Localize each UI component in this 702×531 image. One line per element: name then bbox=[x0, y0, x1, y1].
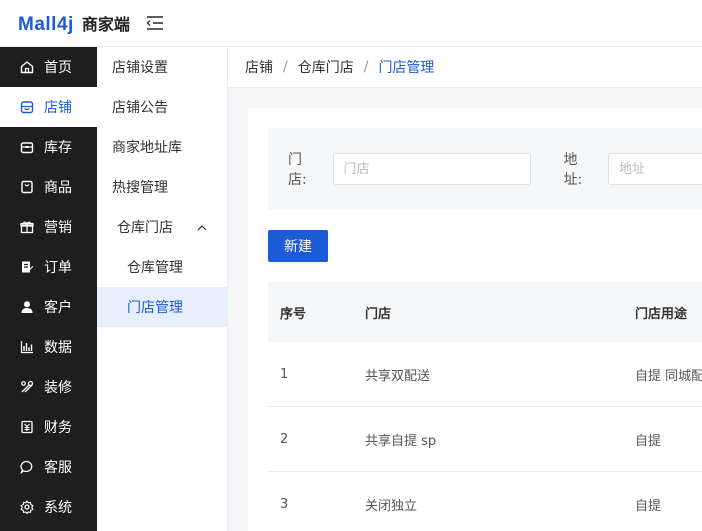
sidebar-item-label: 装修 bbox=[44, 380, 72, 396]
product-icon bbox=[20, 180, 34, 194]
inventory-icon bbox=[20, 140, 34, 154]
sidebar-item-label: 库存 bbox=[44, 140, 72, 156]
sidebar-item-finance[interactable]: 财务 bbox=[0, 407, 97, 447]
cell-index: 2 bbox=[280, 431, 289, 447]
breadcrumb-item-shop[interactable]: 店铺 bbox=[245, 57, 273, 77]
cell-store: 共享双配送 bbox=[365, 368, 431, 384]
app-subtitle: 商家端 bbox=[81, 14, 130, 34]
shop-icon bbox=[20, 100, 34, 114]
sidebar-item-service[interactable]: 客服 bbox=[0, 447, 97, 487]
breadcrumb-separator: / bbox=[363, 59, 369, 75]
address-filter-label: 地址: bbox=[563, 152, 583, 188]
user-icon bbox=[20, 300, 34, 314]
table-row: 1 共享双配送 自提 同城配送 bbox=[268, 342, 702, 407]
store-table: 序号 门店 门店用途 1 共享双配送 自提 同城配送 2 共享自提 sp 自提 … bbox=[268, 282, 702, 531]
breadcrumb-item-warehouse-store[interactable]: 仓库门店 bbox=[298, 57, 354, 77]
address-input[interactable] bbox=[608, 153, 702, 185]
submenu-item-shop-notice[interactable]: 店铺公告 bbox=[97, 87, 227, 127]
sidebar-item-home[interactable]: 首页 bbox=[0, 47, 97, 87]
menu-collapse-icon[interactable] bbox=[146, 15, 164, 31]
submenu-item-address-library[interactable]: 商家地址库 bbox=[97, 127, 227, 167]
sidebar-item-marketing[interactable]: 营销 bbox=[0, 207, 97, 247]
cell-usage: 自提 bbox=[635, 433, 662, 449]
submenu-group-label: 仓库门店 bbox=[117, 220, 173, 236]
chat-icon bbox=[20, 460, 34, 474]
header-store: 门店 bbox=[365, 306, 392, 322]
cell-usage: 自提 同城配送 bbox=[635, 368, 702, 384]
sidebar-item-customer[interactable]: 客户 bbox=[0, 287, 97, 327]
finance-icon bbox=[20, 420, 34, 434]
sidebar-item-system[interactable]: 系统 bbox=[0, 487, 97, 527]
submenu-item-shop-settings[interactable]: 店铺设置 bbox=[97, 47, 227, 87]
submenu-item-warehouse-management[interactable]: 仓库管理 bbox=[97, 247, 227, 287]
logo-text: Mall4j bbox=[18, 13, 74, 35]
sidebar-item-data[interactable]: 数据 bbox=[0, 327, 97, 367]
header-usage: 门店用途 bbox=[635, 306, 688, 322]
home-icon bbox=[20, 60, 34, 74]
sidebar-item-label: 订单 bbox=[44, 260, 72, 276]
cell-usage: 自提 bbox=[635, 498, 662, 514]
sidebar-item-decoration[interactable]: 装修 bbox=[0, 367, 97, 407]
table-header: 序号 门店 门店用途 bbox=[268, 282, 702, 342]
sidebar-item-product[interactable]: 商品 bbox=[0, 167, 97, 207]
top-bar: Mall4j 商家端 bbox=[0, 0, 702, 47]
sidebar-item-label: 系统 bbox=[44, 500, 72, 516]
cell-index: 1 bbox=[280, 366, 289, 382]
sidebar-item-order[interactable]: 订单 bbox=[0, 247, 97, 287]
sidebar-item-label: 财务 bbox=[44, 420, 72, 436]
sidebar-item-label: 营销 bbox=[44, 220, 72, 236]
store-input[interactable] bbox=[332, 153, 532, 185]
new-button[interactable]: 新建 bbox=[268, 230, 328, 262]
store-filter-label: 门店: bbox=[288, 152, 307, 188]
sidebar-item-label: 客户 bbox=[44, 300, 72, 316]
chart-icon bbox=[20, 340, 34, 354]
filter-bar: 门店: 地址: bbox=[268, 128, 702, 210]
sidebar: 首页 店铺 库存 商品 营销 订单 客户 数据 装修 财务 客服 系统 bbox=[0, 47, 97, 531]
submenu-item-store-management[interactable]: 门店管理 bbox=[97, 287, 227, 327]
gift-icon bbox=[20, 220, 34, 234]
table-row: 2 共享自提 sp 自提 bbox=[268, 407, 702, 472]
cell-index: 3 bbox=[280, 496, 289, 512]
breadcrumb-item-current: 门店管理 bbox=[378, 60, 435, 76]
tools-icon bbox=[20, 380, 34, 394]
chevron-up-icon bbox=[197, 219, 207, 235]
cell-store: 关闭独立 bbox=[365, 498, 418, 514]
header-index: 序号 bbox=[280, 306, 307, 322]
sidebar-item-label: 店铺 bbox=[44, 100, 72, 116]
logo: Mall4j 商家端 bbox=[18, 11, 130, 36]
table-row: 3 关闭独立 自提 bbox=[268, 472, 702, 531]
sidebar-item-label: 客服 bbox=[44, 460, 72, 476]
breadcrumb: 店铺 / 仓库门店 / 门店管理 bbox=[228, 47, 702, 88]
breadcrumb-separator: / bbox=[283, 59, 288, 75]
sidebar-item-label: 商品 bbox=[44, 180, 72, 196]
main-content: 门店: 地址: 新建 序号 门店 门店用途 1 共享双配送 自提 同城配送 2 … bbox=[248, 108, 702, 531]
submenu-group-warehouse-store[interactable]: 仓库门店 bbox=[97, 207, 227, 247]
sidebar-item-shop[interactable]: 店铺 bbox=[0, 87, 97, 127]
submenu-item-hot-search[interactable]: 热搜管理 bbox=[97, 167, 227, 207]
gear-icon bbox=[20, 500, 34, 514]
order-icon bbox=[20, 260, 34, 274]
submenu: 店铺设置 店铺公告 商家地址库 热搜管理 仓库门店 仓库管理 门店管理 bbox=[97, 47, 228, 531]
sidebar-item-label: 首页 bbox=[44, 60, 72, 76]
sidebar-item-label: 数据 bbox=[44, 340, 72, 356]
sidebar-item-inventory[interactable]: 库存 bbox=[0, 127, 97, 167]
cell-store: 共享自提 sp bbox=[365, 433, 437, 449]
